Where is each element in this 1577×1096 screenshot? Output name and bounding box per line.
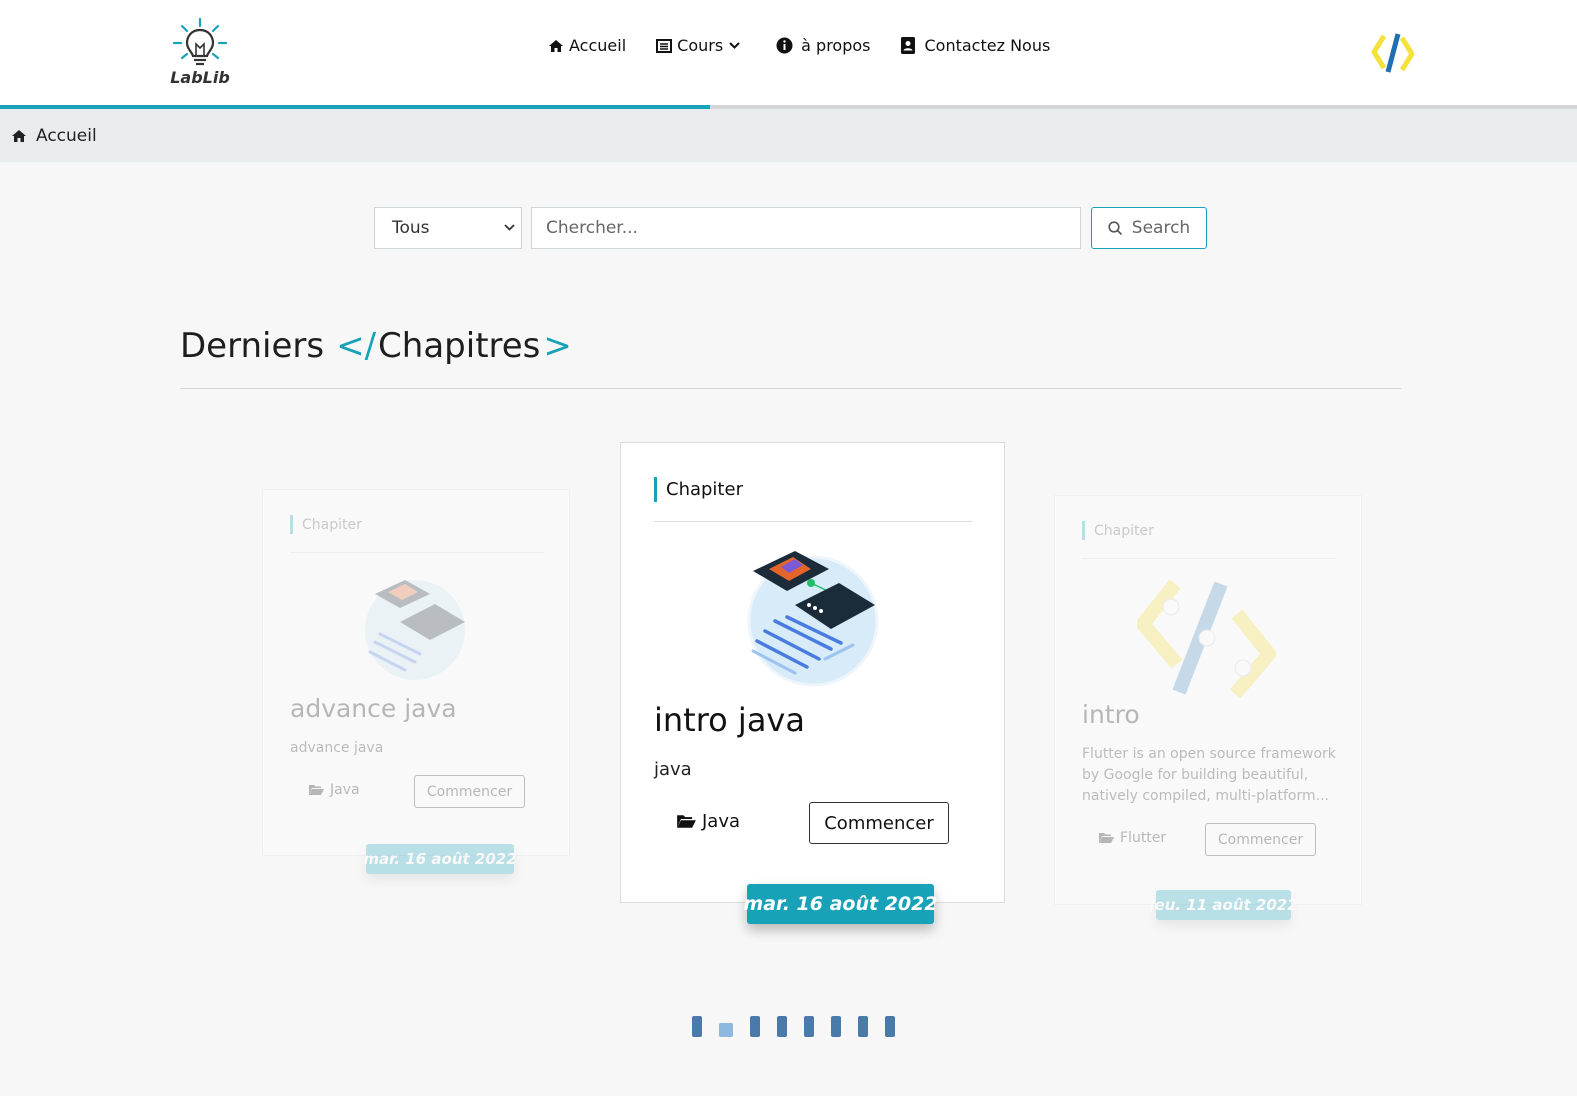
list-icon	[656, 38, 673, 53]
info-icon	[776, 37, 793, 54]
code-editor-illustration-icon	[747, 551, 879, 687]
nav-item-accueil[interactable]: Accueil	[548, 36, 626, 55]
card-tag: Chapiter	[654, 477, 743, 502]
chapter-card-intro-java[interactable]: Chapiter intro java java Java Commencer	[620, 442, 1005, 903]
breadcrumb-label[interactable]: Accueil	[36, 126, 97, 146]
card-description: java	[654, 759, 692, 780]
logo-text: LabLib	[170, 68, 230, 87]
lablib-logo[interactable]: LabLib	[165, 16, 235, 92]
carousel-pager	[692, 1016, 912, 1037]
carousel-dot[interactable]	[885, 1016, 895, 1037]
section-title: Derniers </ Chapitres >	[180, 326, 572, 366]
lightbulb-icon	[172, 17, 228, 66]
start-button-label: Commencer	[824, 812, 934, 834]
folder-open-icon	[309, 785, 324, 795]
section-divider	[180, 388, 1401, 389]
chapter-card-advance-java[interactable]: Chapiter advance java advance java Java …	[262, 489, 570, 856]
card-category-label: Java	[702, 811, 741, 832]
chapter-card-intro[interactable]: Chapiter intro Flutter is an open source…	[1054, 495, 1362, 905]
code-editor-illustration-icon	[365, 580, 465, 680]
carousel-dot[interactable]	[692, 1016, 702, 1037]
start-button-label: Commencer	[426, 783, 513, 800]
carousel-dot[interactable]	[750, 1016, 760, 1037]
carousel-dot[interactable]	[719, 1023, 733, 1037]
section-title-right: Chapitres	[378, 326, 541, 366]
section-title-open: </	[336, 326, 377, 366]
card-category[interactable]: Flutter	[1099, 830, 1166, 846]
card-tag-label: Chapiter	[666, 479, 743, 500]
start-button[interactable]: Commencer	[809, 802, 949, 844]
main-nav: Accueil Cours à propos Contactez Nous	[548, 36, 1080, 55]
nav-item-a-propos[interactable]: à propos	[776, 36, 871, 55]
start-button[interactable]: Commencer	[414, 775, 525, 808]
card-title: advance java	[290, 694, 457, 723]
code-brand-icon	[1137, 579, 1276, 699]
nav-label: Cours	[677, 36, 724, 55]
card-description: advance java	[290, 740, 384, 756]
carousel-dot[interactable]	[831, 1016, 841, 1037]
nav-item-contactez-nous[interactable]: Contactez Nous	[900, 36, 1051, 55]
card-category-label: Flutter	[1120, 830, 1167, 846]
card-tag-label: Chapiter	[1094, 522, 1154, 539]
nav-item-cours[interactable]: Cours	[656, 36, 740, 55]
section-title-close: >	[543, 326, 572, 366]
search-input[interactable]	[531, 207, 1081, 249]
card-category-label: Java	[330, 782, 360, 798]
card-category[interactable]: Java	[309, 782, 360, 798]
contact-icon	[900, 37, 915, 54]
card-date-badge: mar. 16 août 2022	[363, 844, 517, 874]
section-title-left: Derniers	[180, 326, 325, 366]
search-button[interactable]: Search	[1091, 207, 1207, 249]
site-header: LabLib Accueil Cours à propos Contactez …	[0, 0, 1577, 105]
code-brand-icon[interactable]	[1370, 30, 1416, 76]
search-icon	[1108, 220, 1122, 235]
nav-label: Accueil	[569, 36, 627, 55]
folder-open-icon	[677, 815, 696, 828]
carousel-dot[interactable]	[858, 1016, 868, 1037]
card-category[interactable]: Java	[677, 811, 740, 832]
card-description: Flutter is an open source framework by G…	[1082, 746, 1336, 804]
card-tag: Chapiter	[290, 515, 362, 534]
card-date-badge: mar. 16 août 2022	[743, 884, 938, 924]
card-tag: Chapiter	[1082, 521, 1154, 540]
nav-label: Contactez Nous	[924, 36, 1051, 55]
card-divider	[654, 521, 972, 522]
card-title: intro	[1082, 700, 1140, 729]
chevron-down-icon	[504, 224, 515, 231]
card-divider	[290, 552, 544, 553]
chevron-down-icon	[729, 42, 740, 49]
folder-open-icon	[1099, 833, 1114, 843]
carousel-dot[interactable]	[777, 1016, 787, 1037]
card-tag-label: Chapiter	[302, 516, 362, 533]
search-button-label: Search	[1131, 218, 1191, 238]
category-select-value: Tous	[392, 218, 430, 238]
category-select[interactable]: Tous	[374, 207, 522, 249]
breadcrumb: Accueil	[0, 109, 1577, 162]
home-icon	[549, 39, 563, 52]
home-icon	[12, 129, 26, 142]
start-button[interactable]: Commencer	[1205, 823, 1316, 856]
nav-label: à propos	[801, 36, 871, 55]
start-button-label: Commencer	[1217, 831, 1304, 848]
carousel-dot[interactable]	[804, 1016, 814, 1037]
card-divider	[1082, 558, 1336, 559]
card-date-badge: jeu. 11 août 2022	[1149, 890, 1298, 920]
card-title: intro java	[654, 701, 805, 739]
